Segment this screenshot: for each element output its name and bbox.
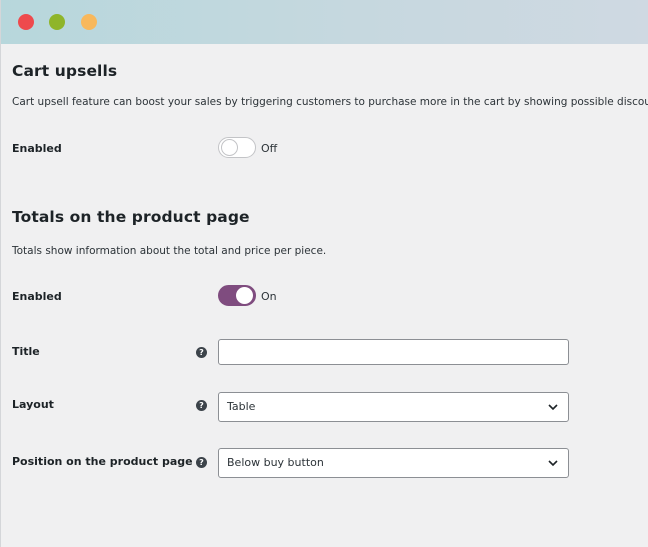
- help-icon[interactable]: ?: [196, 457, 207, 468]
- title-bar: [1, 0, 648, 44]
- toggle-knob: [236, 287, 253, 304]
- help-icon[interactable]: ?: [196, 347, 207, 358]
- totals-enabled-toggle[interactable]: [218, 285, 256, 306]
- maximize-window-button[interactable]: [81, 14, 97, 30]
- app-window: Cart upsells Cart upsell feature can boo…: [0, 0, 648, 547]
- cart-upsells-enabled-label: Enabled: [12, 142, 62, 155]
- position-select[interactable]: Below buy button: [218, 448, 569, 478]
- position-selected-value: Below buy button: [227, 456, 324, 469]
- cart-upsells-enabled-state: Off: [261, 142, 278, 155]
- totals-heading: Totals on the product page: [12, 208, 250, 226]
- help-icon[interactable]: ?: [196, 400, 207, 411]
- chevron-down-icon: [548, 460, 558, 467]
- layout-selected-value: Table: [227, 400, 256, 413]
- layout-select[interactable]: Table: [218, 392, 569, 422]
- totals-enabled-state: On: [261, 290, 277, 303]
- totals-description: Totals show information about the total …: [12, 245, 327, 257]
- cart-upsells-heading: Cart upsells: [12, 62, 118, 80]
- toggle-knob: [221, 139, 238, 156]
- position-label: Position on the product page: [12, 455, 193, 468]
- totals-enabled-label: Enabled: [12, 290, 62, 303]
- close-window-button[interactable]: [18, 14, 34, 30]
- minimize-window-button[interactable]: [49, 14, 65, 30]
- cart-upsells-enabled-toggle[interactable]: [218, 137, 256, 158]
- chevron-down-icon: [548, 404, 558, 411]
- title-label: Title: [12, 345, 40, 358]
- cart-upsells-description: Cart upsell feature can boost your sales…: [12, 96, 648, 108]
- title-input[interactable]: [218, 339, 569, 365]
- layout-label: Layout: [12, 398, 54, 411]
